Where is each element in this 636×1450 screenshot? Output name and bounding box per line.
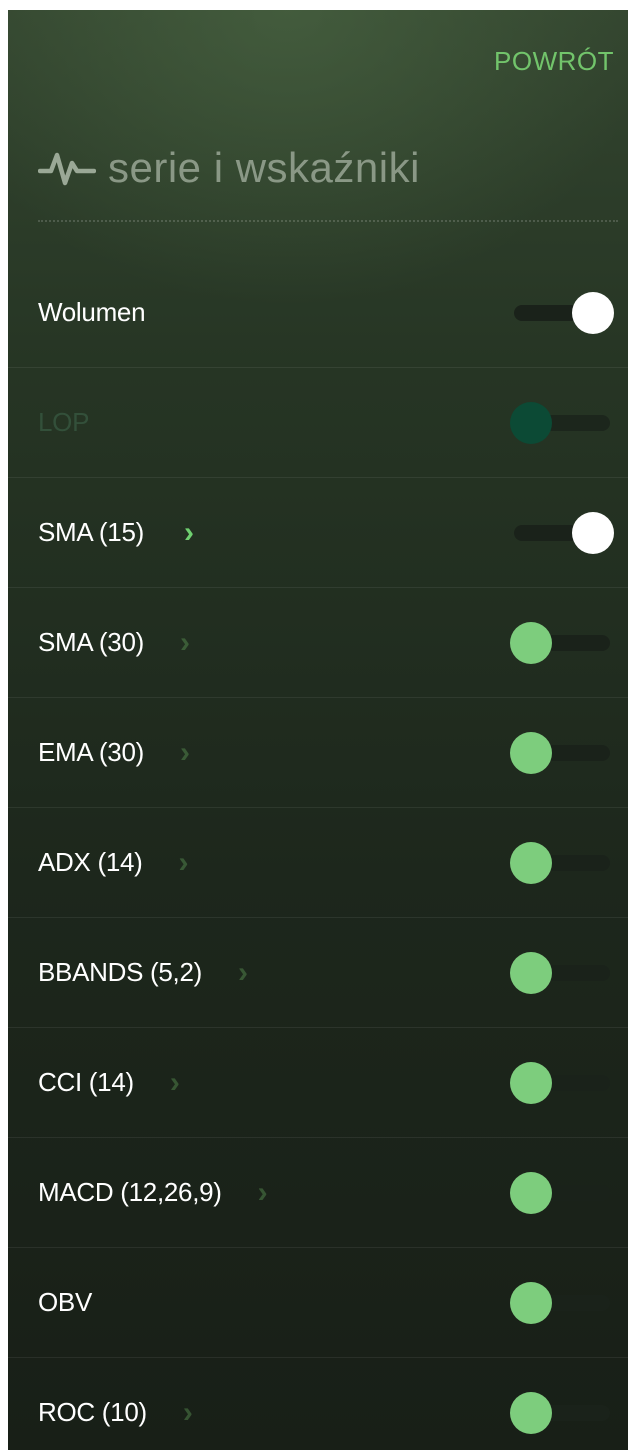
indicator-list: Wolumen LOP SMA (15) › SMA (30) › EMA (3…: [8, 258, 628, 1450]
toggle-knob: [510, 1391, 552, 1434]
list-item: LOP: [8, 368, 628, 478]
indicator-toggle[interactable]: [510, 401, 614, 445]
list-item: OBV: [8, 1248, 628, 1358]
list-item: CCI (14) ›: [8, 1028, 628, 1138]
toggle-knob: [510, 1281, 552, 1324]
toggle-knob: [572, 511, 614, 554]
item-label: CCI (14): [38, 1067, 134, 1097]
back-button[interactable]: POWRÓT: [494, 46, 614, 77]
list-item: ROC (10) ›: [8, 1358, 628, 1450]
indicator-toggle[interactable]: [510, 1281, 614, 1325]
item-label: ADX (14): [38, 847, 143, 877]
item-label: OBV: [38, 1287, 93, 1317]
indicator-toggle[interactable]: [510, 1391, 614, 1435]
indicator-toggle[interactable]: [510, 951, 614, 995]
page-header: serie i wskaźniki: [38, 138, 420, 198]
list-item: ADX (14) ›: [8, 808, 628, 918]
list-item: Wolumen: [8, 258, 628, 368]
header-divider: [38, 220, 618, 222]
item-label: ROC (10): [38, 1397, 147, 1427]
item-label: SMA (30): [38, 627, 144, 657]
toggle-knob: [510, 621, 552, 664]
list-item: SMA (30) ›: [8, 588, 628, 698]
chevron-right-icon[interactable]: ›: [180, 627, 190, 658]
toggle-knob: [510, 401, 552, 444]
indicator-toggle[interactable]: [510, 621, 614, 665]
list-item: BBANDS (5,2) ›: [8, 918, 628, 1028]
item-label: MACD (12,26,9): [38, 1177, 222, 1207]
indicator-toggle[interactable]: [510, 1061, 614, 1105]
item-label: Wolumen: [38, 297, 146, 327]
indicator-toggle[interactable]: [510, 291, 614, 335]
chevron-right-icon[interactable]: ›: [183, 1397, 193, 1428]
chevron-right-icon[interactable]: ›: [184, 517, 194, 548]
toggle-knob: [510, 951, 552, 994]
chevron-right-icon[interactable]: ›: [179, 847, 189, 878]
list-item: MACD (12,26,9) ›: [8, 1138, 628, 1248]
page-title: serie i wskaźniki: [108, 144, 420, 191]
indicator-toggle[interactable]: [510, 1171, 614, 1215]
toggle-knob: [572, 291, 614, 334]
item-label: SMA (15): [38, 517, 144, 547]
item-label: EMA (30): [38, 737, 144, 767]
chevron-right-icon[interactable]: ›: [170, 1067, 180, 1098]
indicators-panel: POWRÓT serie i wskaźniki Wolumen LOP SMA…: [8, 10, 628, 1450]
indicator-toggle[interactable]: [510, 511, 614, 555]
chevron-right-icon[interactable]: ›: [180, 737, 190, 768]
toggle-knob: [510, 1061, 552, 1104]
list-item: EMA (30) ›: [8, 698, 628, 808]
chevron-right-icon[interactable]: ›: [238, 957, 248, 988]
list-item: SMA (15) ›: [8, 478, 628, 588]
toggle-knob: [510, 731, 552, 774]
toggle-knob: [510, 1171, 552, 1214]
indicator-toggle[interactable]: [510, 731, 614, 775]
chevron-right-icon[interactable]: ›: [258, 1177, 268, 1208]
item-label: BBANDS (5,2): [38, 957, 203, 987]
item-label: LOP: [38, 407, 90, 437]
pulse-icon: [38, 149, 96, 187]
toggle-knob: [510, 841, 552, 884]
indicator-toggle[interactable]: [510, 841, 614, 885]
